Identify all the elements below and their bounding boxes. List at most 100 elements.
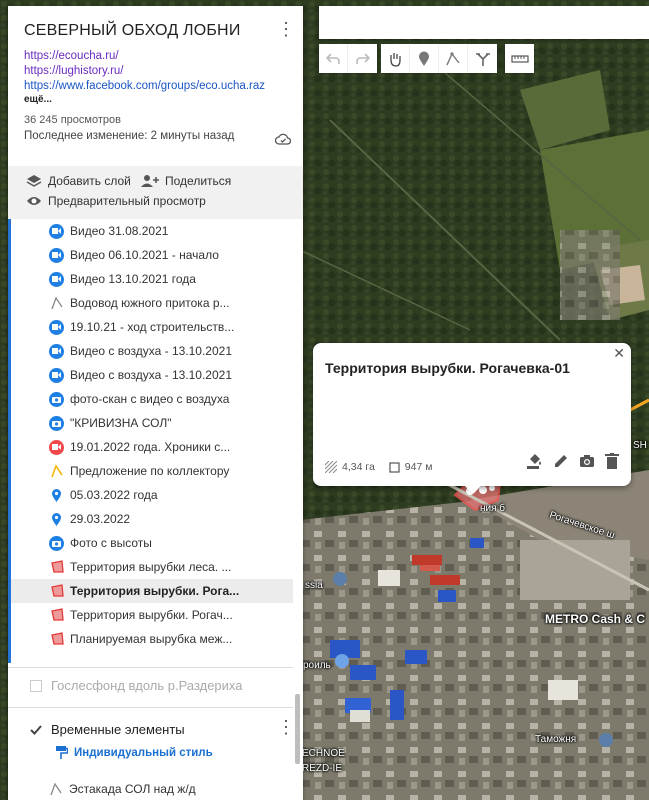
pin-icon — [49, 488, 64, 503]
share-label: Поделиться — [165, 174, 232, 188]
list-item[interactable]: Фото с высоты — [11, 531, 293, 555]
list-item[interactable]: Видео с воздуха - 13.10.2021 — [11, 363, 293, 387]
list-item[interactable]: 05.03.2022 года — [11, 483, 293, 507]
list-item[interactable]: "КРИВИЗНА СОЛ" — [11, 411, 293, 435]
ruler-icon — [510, 54, 529, 63]
last-modified: Последнее изменение: 2 минуты назад — [24, 130, 235, 142]
layer-options-icon[interactable]: ⋮ — [277, 718, 295, 738]
layer-goslesfond-label: Гослесфонд вдоль р.Раздериха — [51, 678, 243, 693]
list-item[interactable]: Видео 06.10.2021 - начало — [11, 243, 293, 267]
edit-icon[interactable] — [553, 453, 569, 469]
directions-icon — [475, 52, 490, 66]
map-options-icon[interactable]: ⋮ — [277, 20, 295, 40]
layer-goslesfond[interactable]: Гослесфонд вдоль р.Раздериха — [30, 678, 243, 693]
preview-button[interactable]: Предварительный просмотр — [26, 194, 206, 208]
line-icon — [49, 296, 64, 311]
layer-temp[interactable]: Временные элементы — [30, 722, 185, 737]
undo-button[interactable] — [319, 44, 348, 73]
feature-info-popup: Территория вырубки. Рогачевка-01 ✕ 4,34 … — [313, 343, 631, 494]
panel-actions: Добавить слой Поделиться Предварительный… — [8, 166, 303, 219]
marker-icon — [419, 51, 429, 66]
list-item[interactable]: Территория вырубки. Рогач... — [11, 603, 293, 627]
camera-icon[interactable] — [579, 453, 595, 469]
line-tool-button[interactable] — [439, 44, 468, 73]
scrollbar-thumb[interactable] — [295, 694, 300, 764]
divider — [8, 707, 293, 708]
list-item[interactable]: Видео 13.10.2021 года — [11, 267, 293, 291]
add-layer-button[interactable]: Добавить слой — [26, 174, 131, 188]
add-person-icon — [141, 175, 159, 187]
video-red-icon — [49, 439, 64, 455]
check-icon — [30, 724, 42, 735]
delete-icon[interactable] — [605, 453, 619, 469]
list-item[interactable]: Предложение по коллектору — [11, 459, 293, 483]
add-layer-label: Добавить слой — [48, 174, 131, 188]
polygon-icon — [49, 584, 64, 599]
list-item[interactable]: фото-скан с видео с воздуха — [11, 387, 293, 411]
sh-label: SH — [633, 440, 647, 451]
ril-label: роиль — [303, 660, 331, 671]
measure-group — [505, 44, 534, 73]
hand-tool-button[interactable] — [381, 44, 410, 73]
tool-group — [381, 44, 497, 73]
list-item[interactable]: Видео с воздуха - 13.10.2021 — [11, 339, 293, 363]
undo-redo-group — [319, 44, 377, 73]
list-item[interactable]: Эстакада СОЛ над ж/д — [8, 777, 196, 800]
more-link[interactable]: ещё... — [24, 94, 287, 105]
list-item[interactable]: 19.01.2022 года. Хроники с... — [11, 435, 293, 459]
cloud-saved-icon — [275, 133, 291, 145]
redo-icon — [355, 52, 370, 64]
popup-metrics: 4,34 га 947 м — [325, 461, 432, 473]
search-box[interactable] — [319, 6, 649, 39]
perimeter-value: 947 м — [404, 461, 433, 473]
view-count: 36 245 просмотров — [24, 114, 121, 126]
list-item-selected[interactable]: Территория вырубки. Рога... — [11, 579, 293, 603]
panel-header: СЕВЕРНЫЙ ОБХОД ЛОБНИ ⋮ https://ecoucha.r… — [8, 6, 303, 166]
list-item[interactable]: Территория вырубки леса. ... — [11, 555, 293, 579]
directions-tool-button[interactable] — [468, 44, 497, 73]
link-facebook[interactable]: https://www.facebook.com/groups/eco.ucha… — [24, 80, 287, 92]
list-item[interactable]: Водовод южного притока р... — [11, 291, 293, 315]
preview-label: Предварительный просмотр — [48, 194, 206, 208]
video-icon — [49, 247, 64, 263]
link-ecoucha[interactable]: https://ecoucha.ru/ — [24, 50, 287, 62]
close-icon[interactable]: ✕ — [613, 345, 625, 362]
ssia-label: ssia — [305, 580, 323, 591]
layers-icon — [26, 175, 42, 187]
popup-title: Территория вырубки. Рогачевка-01 — [325, 360, 570, 376]
polygon-icon — [49, 632, 64, 647]
divider — [8, 667, 293, 668]
style-link[interactable]: Индивидуальный стиль — [56, 746, 213, 760]
list-item[interactable]: Видео 31.08.2021 — [11, 219, 293, 243]
polygon-icon — [49, 560, 64, 575]
popup-actions — [527, 453, 619, 469]
video-icon — [49, 319, 64, 335]
list-item[interactable]: 19.10.21 - ход строительств... — [11, 315, 293, 339]
rezd-label: REZD-IE — [302, 763, 342, 774]
layer-checkbox[interactable] — [30, 679, 42, 692]
metro-label[interactable]: METRO Cash & C — [545, 612, 645, 626]
draw-line-icon — [446, 51, 460, 65]
video-icon — [49, 271, 64, 287]
line-icon — [48, 782, 63, 797]
area-value: 4,34 га — [342, 461, 375, 473]
share-button[interactable]: Поделиться — [141, 174, 231, 188]
perimeter-icon — [389, 461, 400, 473]
layer-checkbox-checked[interactable] — [30, 723, 42, 736]
style-bucket-icon[interactable] — [527, 453, 543, 469]
redo-button[interactable] — [348, 44, 377, 73]
customs-label[interactable]: Таможня — [535, 734, 576, 745]
list-item[interactable]: 29.03.2022 — [11, 507, 293, 531]
ruler-button[interactable] — [505, 44, 534, 73]
map-title[interactable]: СЕВЕРНЫЙ ОБХОД ЛОБНИ — [24, 22, 287, 40]
marker-tool-button[interactable] — [410, 44, 439, 73]
area-icon — [325, 461, 337, 473]
video-icon — [49, 367, 64, 383]
camera-icon — [49, 391, 64, 407]
undo-icon — [326, 52, 340, 64]
video-icon — [49, 223, 64, 239]
style-link-label: Индивидуальный стиль — [74, 747, 213, 759]
link-lughistory[interactable]: https://lughistory.ru/ — [24, 65, 287, 77]
list-item[interactable]: Планируемая вырубка меж... — [11, 627, 293, 651]
layer-items-list: Видео 31.08.2021 Видео 06.10.2021 - нача… — [8, 219, 293, 663]
